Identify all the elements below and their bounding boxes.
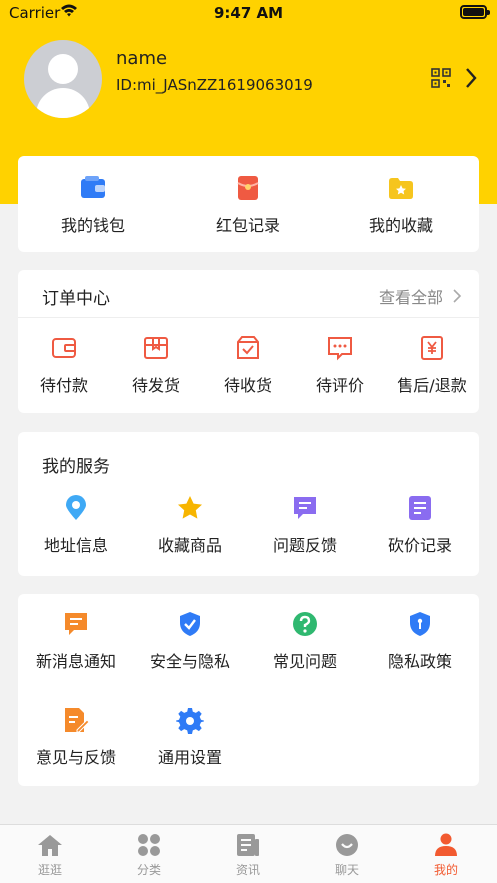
privacy-shield-icon	[410, 612, 430, 636]
location-pin-icon	[66, 495, 86, 520]
shield-check-icon	[180, 612, 200, 636]
pending-receipt-button[interactable]: 待收货	[210, 334, 286, 396]
category-icon	[138, 834, 160, 856]
battery-icon	[460, 5, 490, 19]
chat-icon	[336, 834, 358, 856]
edit-doc-icon	[65, 708, 90, 733]
faq-label: 常见问题	[272, 652, 337, 671]
tab-category-label: 分类	[136, 863, 161, 877]
feedback-label: 问题反馈	[272, 536, 337, 555]
address-button[interactable]: 地址信息	[34, 494, 118, 556]
tab-news[interactable]: 资讯	[218, 833, 278, 878]
view-all-orders-link[interactable]: 查看全部	[379, 284, 463, 308]
address-label: 地址信息	[43, 536, 108, 555]
bargain-records-label: 砍价记录	[387, 536, 452, 555]
view-all-label: 查看全部	[378, 288, 443, 307]
favorite-goods-label: 收藏商品	[157, 536, 222, 555]
services-card: 我的服务 地址信息 收藏商品 问题反馈 砍价记录	[18, 432, 479, 576]
favorite-goods-button[interactable]: 收藏商品	[148, 494, 232, 556]
red-envelope-button[interactable]: 红包记录	[213, 174, 283, 236]
favorites-button[interactable]: 我的收藏	[366, 174, 436, 236]
pending-review-button[interactable]: 待评价	[302, 334, 378, 396]
pending-payment-button[interactable]: 待付款	[26, 334, 102, 396]
tab-mine[interactable]: 我的	[416, 833, 476, 878]
profile-icon	[435, 833, 457, 856]
pending-shipment-button[interactable]: 待发货	[118, 334, 194, 396]
star-folder-icon	[389, 178, 413, 199]
feedback-icon	[294, 497, 316, 519]
pending-shipment-label: 待发货	[131, 376, 180, 395]
status-bar: Carrier 9:47 AM	[0, 0, 497, 26]
security-privacy-button[interactable]: 安全与隐私	[144, 610, 236, 672]
general-settings-label: 通用设置	[157, 748, 222, 767]
orders-title: 订单中心	[42, 289, 110, 309]
bargain-records-button[interactable]: 砍价记录	[378, 494, 462, 556]
privacy-policy-label: 隐私政策	[387, 652, 452, 671]
clock: 9:47 AM	[213, 4, 284, 22]
tab-browse[interactable]: 逛逛	[20, 833, 80, 878]
tab-chat-label: 聊天	[334, 863, 359, 877]
red-envelope-label: 红包记录	[215, 216, 280, 235]
wallet-pay-icon	[52, 338, 76, 358]
opinion-feedback-button[interactable]: 意见与反馈	[30, 706, 122, 768]
message-icon	[65, 613, 87, 635]
feedback-button[interactable]: 问题反馈	[263, 494, 347, 556]
home-icon	[38, 835, 62, 856]
settings-card: 新消息通知 安全与隐私 常见问题 隐私政策 意见与反馈 通用设置	[18, 594, 479, 786]
privacy-policy-button[interactable]: 隐私政策	[374, 610, 466, 672]
tab-news-label: 资讯	[235, 863, 260, 877]
favorites-label: 我的收藏	[368, 216, 433, 235]
comment-icon	[328, 337, 352, 361]
services-title: 我的服务	[42, 457, 110, 477]
after-sales-button[interactable]: 售后/退款	[386, 334, 478, 396]
opinion-feedback-label: 意见与反馈	[35, 748, 116, 767]
question-icon	[293, 612, 317, 636]
notifications-label: 新消息通知	[35, 652, 116, 671]
receive-box-icon	[237, 336, 259, 359]
chevron-right-icon[interactable]	[464, 66, 478, 90]
tab-mine-label: 我的	[433, 863, 458, 877]
tab-bar: 逛逛 分类 资讯 聊天 我的	[0, 824, 497, 883]
wallet-button[interactable]: 我的钱包	[58, 174, 128, 236]
divider	[18, 317, 479, 318]
pending-payment-label: 待付款	[39, 376, 88, 395]
qr-code-icon[interactable]	[431, 68, 451, 88]
news-icon	[237, 834, 259, 856]
notifications-button[interactable]: 新消息通知	[30, 610, 122, 672]
general-settings-button[interactable]: 通用设置	[144, 706, 236, 768]
tab-browse-label: 逛逛	[37, 863, 62, 877]
chevron-right-icon	[453, 289, 462, 303]
pending-receipt-label: 待收货	[223, 376, 272, 395]
tab-chat[interactable]: 聊天	[317, 833, 377, 878]
user-name: name	[116, 48, 168, 69]
refund-icon	[421, 336, 443, 360]
gear-icon	[176, 708, 204, 734]
tab-category[interactable]: 分类	[119, 833, 179, 878]
red-envelope-icon	[237, 176, 259, 200]
package-icon	[144, 337, 168, 359]
user-id: ID:mi_JASnZZ1619063019	[116, 76, 313, 94]
avatar[interactable]	[24, 40, 102, 118]
faq-button[interactable]: 常见问题	[259, 610, 351, 672]
star-icon	[178, 496, 202, 519]
after-sales-label: 售后/退款	[397, 376, 467, 395]
wallet-label: 我的钱包	[60, 216, 125, 235]
note-icon	[409, 496, 431, 520]
security-privacy-label: 安全与隐私	[149, 652, 230, 671]
orders-card: 订单中心 查看全部 待付款 待发货 待收货 待评价 售后/退款	[18, 270, 479, 413]
wallet-icon	[81, 176, 105, 198]
quick-actions-card: 我的钱包 红包记录 我的收藏	[18, 156, 479, 252]
pending-review-label: 待评价	[315, 376, 364, 395]
